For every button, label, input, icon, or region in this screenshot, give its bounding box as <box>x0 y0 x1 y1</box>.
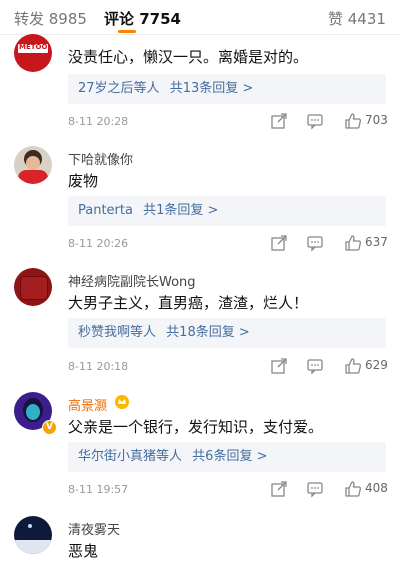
comment-icon[interactable] <box>306 357 324 375</box>
like-count: 629 <box>365 358 388 372</box>
comment-time: 8-11 20:28 <box>68 115 129 128</box>
verified-badge-icon: V <box>42 420 57 435</box>
like-icon[interactable] <box>344 480 362 498</box>
like-count: 637 <box>365 235 388 249</box>
reply-summary[interactable]: 秒赞我啊等人 共18条回复 > <box>68 318 386 348</box>
comment-icon[interactable] <box>306 112 324 130</box>
like-icon[interactable] <box>344 234 362 252</box>
comment-text: 大男子主义，直男癌，渣渣，烂人！ <box>68 294 309 312</box>
like-icon[interactable] <box>344 112 362 130</box>
username[interactable]: 神经病院副院长Wong <box>68 271 196 290</box>
comment-text: 恶鬼 <box>68 542 99 560</box>
share-icon[interactable] <box>270 480 288 498</box>
comment-text: 没责任心，懒汉一只。离婚是对的。 <box>68 48 309 66</box>
tab-reposts[interactable]: 转发 8985 <box>14 8 87 29</box>
like-count: 703 <box>365 113 388 127</box>
comment-actions: 703 <box>270 112 390 130</box>
share-icon[interactable] <box>270 112 288 130</box>
comment-tabs: 转发 8985 评论 7754 赞 4431 <box>0 0 400 35</box>
reply-user[interactable]: 27岁之后 <box>78 81 134 96</box>
comment-time: 8-11 19:57 <box>68 483 129 496</box>
share-icon[interactable] <box>270 357 288 375</box>
avatar-logo-text: METOO <box>19 43 48 51</box>
reply-count[interactable]: 共6条回复 > <box>192 449 267 464</box>
comment-time: 8-11 20:18 <box>68 360 129 373</box>
comment-actions: 637 <box>270 234 390 252</box>
reply-count[interactable]: 共13条回复 > <box>170 81 254 96</box>
reply-count[interactable]: 共18条回复 > <box>166 325 250 340</box>
share-icon[interactable] <box>270 234 288 252</box>
comment-icon[interactable] <box>306 480 324 498</box>
comment-actions: 629 <box>270 357 390 375</box>
reply-suffix: 等人 <box>130 325 157 340</box>
avatar[interactable] <box>14 268 52 306</box>
avatar[interactable]: METOO <box>14 34 52 72</box>
like-icon[interactable] <box>344 357 362 375</box>
comment-actions: 408 <box>270 480 390 498</box>
username[interactable]: 高景灏 <box>68 395 107 414</box>
avatar[interactable] <box>14 516 52 554</box>
reply-summary[interactable]: Panterta 共1条回复 > <box>68 196 386 226</box>
reply-summary[interactable]: 华尔街小真猪等人 共6条回复 > <box>68 442 386 472</box>
reply-summary[interactable]: 27岁之后等人 共13条回复 > <box>68 74 386 104</box>
reply-user[interactable]: Panterta <box>78 203 133 218</box>
avatar[interactable] <box>14 146 52 184</box>
tab-comments[interactable]: 评论 7754 <box>104 8 181 29</box>
username[interactable]: 下哈就像你 <box>68 149 133 168</box>
reply-suffix: 等人 <box>156 449 183 464</box>
active-tab-indicator <box>118 30 136 33</box>
reply-count[interactable]: 共1条回复 > <box>143 203 218 218</box>
comment-time: 8-11 20:26 <box>68 237 129 250</box>
comment-text: 父亲是一个银行，发行知识，支付爱。 <box>68 418 324 436</box>
like-count: 408 <box>365 481 388 495</box>
tab-likes[interactable]: 赞 4431 <box>328 8 386 29</box>
username[interactable]: 清夜雾天 <box>68 519 120 538</box>
reply-suffix: 等人 <box>133 81 160 96</box>
comment-icon[interactable] <box>306 234 324 252</box>
reply-user[interactable]: 华尔街小真猪 <box>78 449 156 464</box>
vip-crown-icon <box>115 395 129 409</box>
comment-text: 废物 <box>68 172 99 190</box>
reply-user[interactable]: 秒赞我啊 <box>78 325 130 340</box>
